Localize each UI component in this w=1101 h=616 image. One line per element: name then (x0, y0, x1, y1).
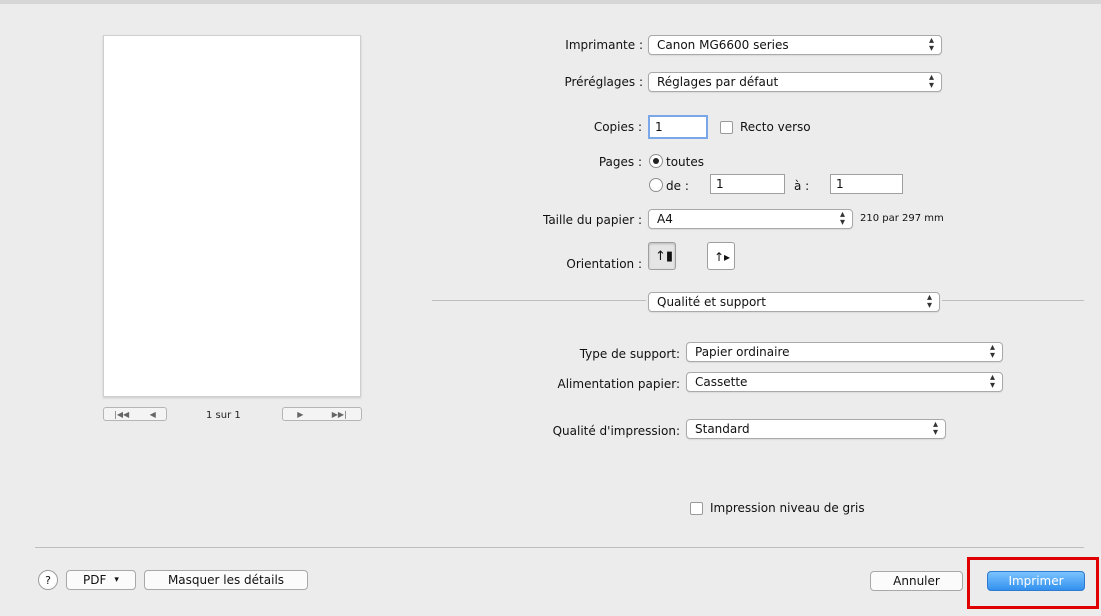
last-page-icon[interactable]: ▶▶| (332, 410, 347, 419)
presets-label: Préréglages : (564, 75, 643, 89)
popup-arrows-icon: ▴ ▾ (928, 72, 934, 91)
cancel-button[interactable]: Annuler (870, 571, 963, 591)
grayscale-checkbox[interactable] (690, 502, 703, 515)
popup-arrows-icon: ▴ ▾ (932, 419, 938, 438)
pages-from-field[interactable]: 1 (710, 174, 785, 194)
printer-select[interactable]: Canon MG6600 series ▴ ▾ (648, 35, 942, 55)
preview-forward-controls[interactable]: ▶ ▶▶| (282, 407, 362, 421)
hide-details-button[interactable]: Masquer les détails (144, 570, 308, 590)
print-quality-select[interactable]: Standard ▴ ▾ (686, 419, 946, 439)
duplex-checkbox[interactable] (720, 121, 733, 134)
paper-size-dimensions: 210 par 297 mm (860, 213, 944, 224)
help-button[interactable]: ? (38, 570, 58, 590)
page-counter: 1 sur 1 (206, 410, 241, 421)
pages-range-radio[interactable] (649, 178, 663, 192)
orientation-label: Orientation : (566, 257, 642, 271)
popup-arrows-icon: ▴ ▾ (839, 209, 845, 228)
media-type-select[interactable]: Papier ordinaire ▴ ▾ (686, 342, 1003, 362)
presets-select[interactable]: Réglages par défaut ▴ ▾ (648, 72, 942, 92)
paper-size-label: Taille du papier : (542, 213, 642, 227)
dialog-top-border (0, 0, 1101, 4)
popup-arrows-icon: ▴ ▾ (928, 35, 934, 54)
next-page-icon[interactable]: ▶ (297, 410, 303, 419)
section-separator-left (432, 300, 646, 301)
print-quality-label: Qualité d'impression: (552, 424, 680, 438)
landscape-orientation-button[interactable]: ↑▸ (707, 242, 735, 270)
pages-label: Pages : (598, 155, 642, 169)
paper-size-select[interactable]: A4 ▴ ▾ (648, 209, 853, 229)
copies-label: Copies : (593, 120, 642, 134)
paper-source-select[interactable]: Cassette ▴ ▾ (686, 372, 1003, 392)
footer-separator (35, 547, 1084, 548)
pages-all-radio[interactable] (649, 154, 663, 168)
paper-source-label: Alimentation papier: (557, 377, 680, 391)
popup-arrows-icon: ▴ ▾ (989, 372, 995, 391)
duplex-label: Recto verso (740, 120, 811, 134)
pages-to-field[interactable]: 1 (830, 174, 903, 194)
portrait-orientation-button[interactable]: ↑▮ (648, 242, 676, 270)
printer-label: Imprimante : (565, 38, 643, 52)
first-page-icon[interactable]: |◀◀ (114, 410, 129, 419)
media-type-label: Type de support: (579, 347, 680, 361)
chevron-down-icon: ▾ (114, 575, 119, 585)
portrait-icon: ↑▮ (655, 249, 674, 264)
section-separator-right (942, 300, 1084, 301)
print-button[interactable]: Imprimer (987, 571, 1085, 591)
copies-field[interactable]: 1 (648, 115, 708, 139)
grayscale-label: Impression niveau de gris (710, 501, 865, 515)
preview-back-controls[interactable]: |◀◀ ◀ (103, 407, 167, 421)
print-dialog: |◀◀ ◀ 1 sur 1 ▶ ▶▶| Imprimante : Canon M… (0, 0, 1101, 616)
pages-all-label: toutes (666, 155, 704, 169)
landscape-icon: ↑▸ (714, 250, 731, 264)
section-select[interactable]: Qualité et support ▴ ▾ (648, 292, 940, 312)
previous-page-icon[interactable]: ◀ (150, 410, 156, 419)
pdf-menu-button[interactable]: PDF ▾ (66, 570, 136, 590)
popup-arrows-icon: ▴ ▾ (989, 342, 995, 361)
pages-to-label: à : (794, 179, 810, 193)
popup-arrows-icon: ▴ ▾ (926, 292, 932, 311)
page-preview (103, 35, 361, 397)
pages-from-label: de : (666, 179, 689, 193)
